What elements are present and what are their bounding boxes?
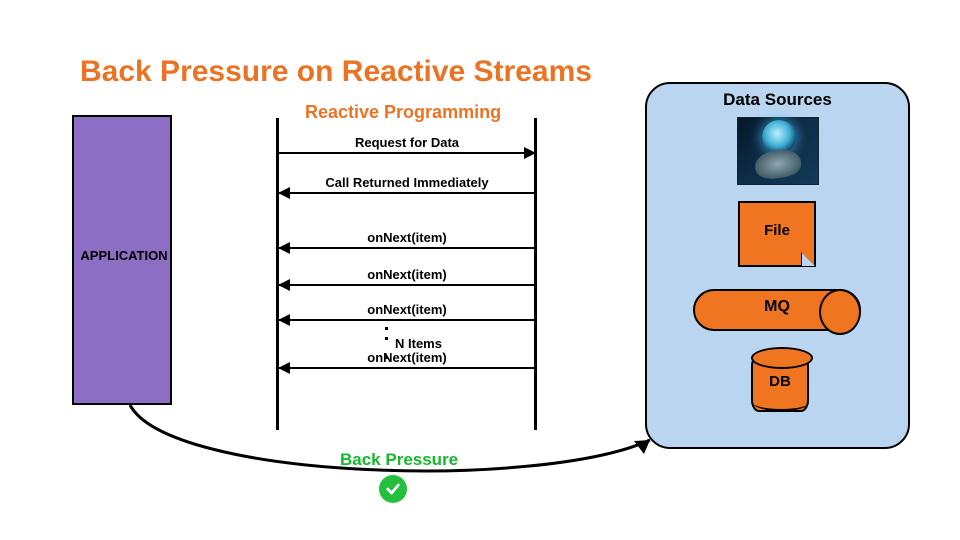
checkmark-icon (379, 475, 407, 503)
back-pressure-label: Back Pressure (340, 450, 458, 470)
back-pressure-arrow (0, 0, 960, 540)
